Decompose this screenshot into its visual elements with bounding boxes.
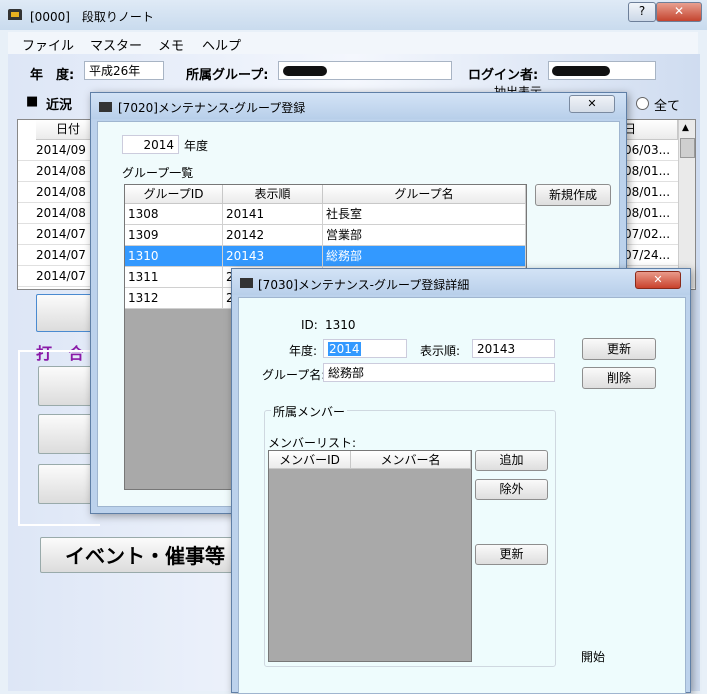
main-titlebar[interactable]: [0000] 段取りノート ? ✕: [0, 0, 707, 30]
app-icon: [99, 102, 112, 112]
status-text: 開始: [581, 650, 606, 664]
group-cell-name[interactable]: 営業部: [323, 225, 526, 246]
member-grid[interactable]: メンバーID メンバー名: [268, 450, 472, 662]
redaction: [552, 66, 610, 76]
help-button[interactable]: ?: [628, 2, 656, 22]
member-update-button[interactable]: 更新: [475, 544, 548, 565]
main-window-title: [0000] 段取りノート: [30, 10, 154, 24]
members-group-title: 所属メンバー: [271, 403, 348, 420]
group-list-label: グループ一覧: [122, 166, 194, 180]
new-button[interactable]: 新規作成: [535, 184, 611, 206]
group-cell-order[interactable]: 20141: [223, 204, 323, 225]
year-label: 年度:: [289, 344, 318, 358]
year-label: 年 度:: [30, 68, 75, 83]
group-row[interactable]: 1308 20141 社長室: [125, 204, 526, 225]
scroll-thumb[interactable]: [680, 138, 695, 158]
menu-master[interactable]: マスター: [90, 35, 142, 54]
member-list-label: メンバーリスト:: [268, 436, 357, 450]
group-label: 所属グループ:: [186, 68, 269, 83]
add-button[interactable]: 追加: [475, 450, 548, 471]
recent-marker: ■: [26, 94, 39, 109]
action-button[interactable]: [36, 294, 98, 332]
grid-cell-date[interactable]: 2014/08: [36, 164, 86, 178]
dlg7020-titlebar[interactable]: [7020]メンテナンス-グループ登録 ✕: [91, 93, 626, 119]
grid-header-right[interactable]: 日: [618, 120, 678, 140]
close-icon[interactable]: ✕: [635, 271, 681, 289]
year-input[interactable]: 2014: [323, 339, 407, 358]
dlg7030-title: [7030]メンテナンス-グループ登録詳細: [258, 278, 470, 292]
col-group-id[interactable]: グループID: [125, 185, 223, 204]
group-cell-id[interactable]: 1311: [125, 267, 223, 288]
id-label: ID:: [301, 318, 318, 332]
grid-cell-right[interactable]: 08/01...: [624, 164, 670, 178]
group-cell-id[interactable]: 1310: [125, 246, 223, 267]
group-cell-id[interactable]: 1312: [125, 288, 223, 309]
event-button[interactable]: イベント・催事等: [40, 537, 240, 573]
menu-help[interactable]: ヘルプ: [202, 35, 241, 54]
grid-cell-date[interactable]: 2014/07: [36, 227, 86, 241]
grid-cell-date[interactable]: 2014/07: [36, 269, 86, 283]
login-field[interactable]: [548, 61, 656, 80]
grid-scrollbar[interactable]: ▲: [678, 120, 695, 288]
grid-cell-date[interactable]: 2014/08: [36, 206, 86, 220]
dlg7030-content: ID: 1310 年度: 2014 表示順: 20143 グループ名: 総務部 …: [238, 297, 686, 694]
group-row[interactable]: 1309 20142 営業部: [125, 225, 526, 246]
id-value: 1310: [325, 318, 356, 332]
grid-cell-right[interactable]: 06/03...: [624, 143, 670, 157]
grid-cell-date[interactable]: 2014/08: [36, 185, 86, 199]
year-field[interactable]: 平成26年: [84, 61, 164, 80]
delete-button[interactable]: 削除: [582, 367, 656, 389]
group-name-label: グループ名:: [262, 368, 326, 382]
col-order[interactable]: 表示順: [223, 185, 323, 204]
dlg7020-title: [7020]メンテナンス-グループ登録: [118, 101, 306, 115]
grid-cell-right[interactable]: 08/01...: [624, 185, 670, 199]
group-name-input[interactable]: 総務部: [323, 363, 555, 382]
group-row[interactable]: 1310 20143 総務部: [125, 246, 526, 267]
group-field[interactable]: [278, 61, 452, 80]
radio-all[interactable]: [636, 97, 649, 110]
grid-cell-right[interactable]: 07/02...: [624, 227, 670, 241]
order-input[interactable]: 20143: [472, 339, 555, 358]
order-label: 表示順:: [420, 344, 461, 358]
grid-cell-date[interactable]: 2014/09: [36, 143, 86, 157]
menu-bar: ファイル マスター メモ ヘルプ: [8, 32, 698, 54]
year-input-selected-text: 2014: [328, 342, 361, 356]
col-member-id[interactable]: メンバーID: [269, 451, 351, 469]
update-button[interactable]: 更新: [582, 338, 656, 360]
grid-cell-right[interactable]: 08/01...: [624, 206, 670, 220]
col-group-name[interactable]: グループ名: [323, 185, 526, 204]
group-cell-id[interactable]: 1309: [125, 225, 223, 246]
dlg7030-titlebar[interactable]: [7030]メンテナンス-グループ登録詳細 ✕: [232, 269, 690, 295]
app-icon: [240, 278, 253, 288]
group-cell-order[interactable]: 20143: [223, 246, 323, 267]
redaction: [283, 66, 327, 76]
grid-cell-date[interactable]: 2014/07: [36, 248, 86, 262]
group-cell-order[interactable]: 20142: [223, 225, 323, 246]
menu-memo[interactable]: メモ: [158, 35, 184, 54]
remove-button[interactable]: 除外: [475, 479, 548, 500]
login-label: ログイン者:: [468, 68, 539, 83]
scroll-up-icon[interactable]: ▲: [682, 123, 689, 133]
year-unit-label: 年度: [184, 139, 209, 153]
year-input[interactable]: 2014: [122, 135, 179, 154]
group-cell-name[interactable]: 総務部: [323, 246, 526, 267]
recent-label: 近況: [46, 98, 73, 113]
menu-file[interactable]: ファイル: [22, 35, 74, 54]
close-icon[interactable]: ✕: [656, 2, 702, 22]
radio-all-label: 全て: [654, 99, 681, 114]
col-member-name[interactable]: メンバー名: [351, 451, 471, 469]
close-icon[interactable]: ✕: [569, 95, 615, 113]
grid-cell-right[interactable]: 07/24...: [624, 248, 670, 262]
group-cell-name[interactable]: 社長室: [323, 204, 526, 225]
group-cell-id[interactable]: 1308: [125, 204, 223, 225]
dialog-group-detail: [7030]メンテナンス-グループ登録詳細 ✕ ID: 1310 年度: 201…: [231, 268, 691, 694]
app-icon: [8, 9, 22, 20]
